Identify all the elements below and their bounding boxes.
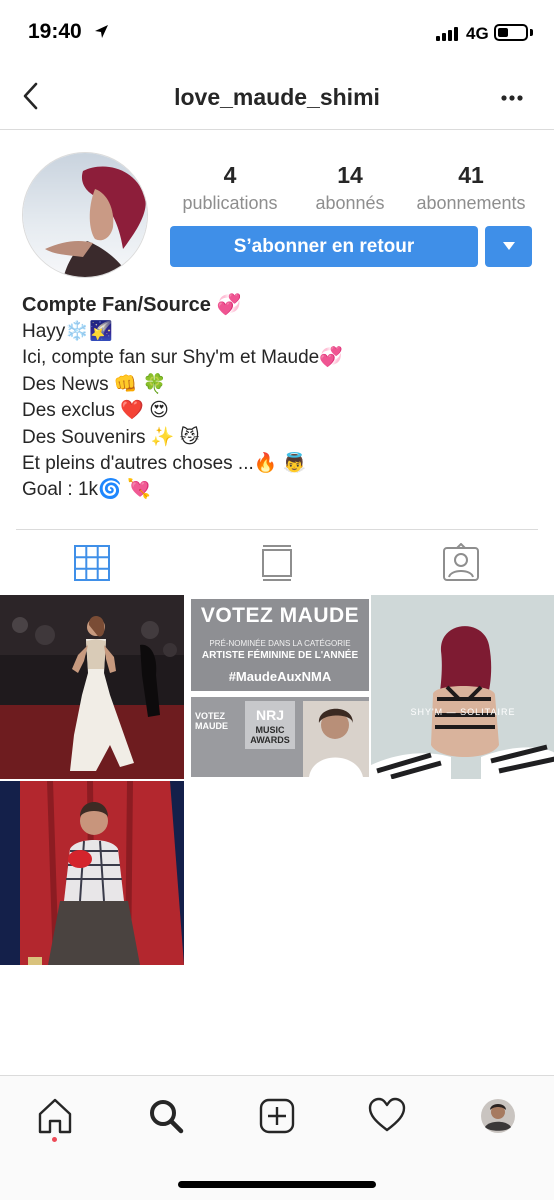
stat-following[interactable]: 41 abonnements xyxy=(410,162,532,214)
profile-avatar[interactable] xyxy=(22,152,148,278)
chevron-down-icon xyxy=(503,242,515,250)
bio-name: Compte Fan/Source 💞 xyxy=(22,294,242,316)
active-tab-indicator xyxy=(52,1137,57,1142)
bio-line: Des News 👊 🍀 xyxy=(22,373,167,395)
tagged-icon[interactable] xyxy=(441,543,481,583)
status-bar: 19:40 4G xyxy=(0,0,554,66)
feed-icon[interactable] xyxy=(257,543,297,583)
bio-line: Goal : 1k🌀 💘 xyxy=(22,479,151,501)
stat-followers[interactable]: 14 abonnés xyxy=(300,162,400,214)
post-poster-hashtag: #MaudeAuxNMA xyxy=(228,669,332,684)
stat-publications[interactable]: 4 publications xyxy=(176,162,284,214)
publications-label: publications xyxy=(182,193,278,213)
publications-count: 4 xyxy=(223,162,237,188)
tabs-divider xyxy=(16,529,538,530)
post-logo-top: NRJ xyxy=(255,707,284,723)
bio-line: Et pleins d'autres choses ...🔥 👼 xyxy=(22,453,307,475)
profile-header: love_maude_shimi xyxy=(0,66,554,130)
profile-username: love_maude_shimi xyxy=(174,84,380,110)
post-thumbnail[interactable] xyxy=(0,595,184,779)
post-thumbnail[interactable]: SHY'M — SOLITAIRE xyxy=(371,595,554,779)
more-options-icon[interactable] xyxy=(494,80,530,116)
grid-icon[interactable] xyxy=(72,543,112,583)
post-thumbnail[interactable]: VOTEZ MAUDE PRÉ-NOMINÉE DANS LA CATÉGORI… xyxy=(185,595,369,779)
status-time: 19:40 xyxy=(28,20,82,43)
profile-bio: Compte Fan/Source 💞 Hayy❄️🌠 Ici, compte … xyxy=(22,291,532,504)
follow-back-button[interactable]: S’abonner en retour xyxy=(170,226,478,267)
location-arrow-icon xyxy=(95,25,108,38)
heart-icon[interactable] xyxy=(367,1096,407,1136)
post-thumbnail[interactable] xyxy=(0,781,184,965)
post-poster-subtitle: PRÉ-NOMINÉE DANS LA CATÉGORIE xyxy=(209,639,351,648)
following-label: abonnements xyxy=(416,193,526,213)
bio-line: Des Souvenirs ✨ 😼 xyxy=(22,426,200,448)
profile-icon[interactable] xyxy=(478,1096,518,1136)
network-label: 4G xyxy=(466,24,489,43)
battery-icon xyxy=(494,24,528,41)
add-icon[interactable] xyxy=(257,1096,297,1136)
post-poster-category: ARTISTE FÉMININE DE L'ANNÉE xyxy=(201,650,359,661)
post-poster-title: VOTEZ MAUDE xyxy=(200,604,360,627)
signal-icon xyxy=(436,27,460,41)
bio-line: Ici, compte fan sur Shy'm et Maude💞 xyxy=(22,347,343,369)
search-icon[interactable] xyxy=(146,1096,186,1136)
followers-count: 14 xyxy=(337,162,363,188)
home-icon[interactable] xyxy=(35,1096,75,1136)
post-album-caption: SHY'M — SOLITAIRE xyxy=(410,707,516,717)
post-logo-line1: MUSIC xyxy=(255,725,285,735)
followers-label: abonnés xyxy=(315,193,385,213)
suggestions-dropdown-button[interactable] xyxy=(485,226,532,267)
home-indicator xyxy=(178,1181,376,1188)
bio-line: Des exclus ❤️ 😍 xyxy=(22,400,169,422)
following-count: 41 xyxy=(458,162,484,188)
post-logo-line2: AWARDS xyxy=(250,735,290,745)
bio-line: Hayy❄️🌠 xyxy=(22,321,113,342)
